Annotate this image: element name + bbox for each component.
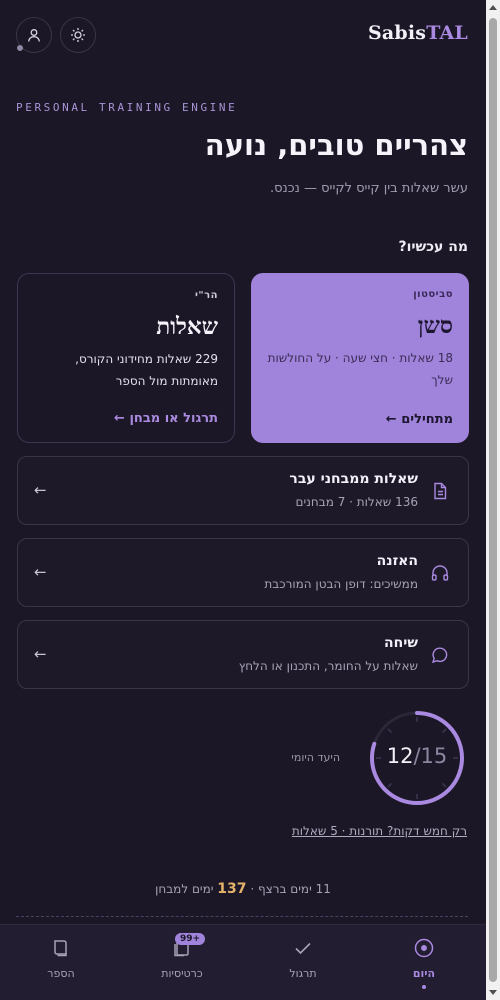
divider <box>16 916 468 917</box>
card-tag: הר"י <box>194 290 218 301</box>
user-button[interactable] <box>16 17 52 53</box>
streak-suffix: ימים למבחן <box>155 882 214 896</box>
short-session-link[interactable]: רק חמש דקות? תורנות · 5 שאלות <box>292 824 467 838</box>
scrollbar-thumb[interactable] <box>489 18 497 982</box>
nav-label: הספר <box>47 967 75 980</box>
greeting-title: צהריים טובים, נועה <box>204 128 468 162</box>
page-kicker: PERSONAL TRAINING ENGINE <box>16 101 238 114</box>
goal-done: 12 <box>386 744 414 768</box>
streak-prefix: 11 ימים ברצף · <box>250 882 331 896</box>
headphones-icon <box>431 565 449 581</box>
nav-flashcards[interactable]: 99+ כרטיסיות <box>137 933 227 980</box>
goal-slash: / <box>413 744 421 768</box>
active-indicator <box>422 985 426 989</box>
bottom-nav: היום תרגול 99+ כרטיסיות הספר <box>0 924 486 1000</box>
scroll-down-arrow[interactable] <box>489 990 497 995</box>
flashcards-badge: 99+ <box>175 933 206 945</box>
past-exams-row[interactable]: שאלות ממבחני עבר 136 שאלות · 7 מבחנים ← <box>17 456 469 525</box>
ring-tick <box>387 728 393 734</box>
row-subtitle: 136 שאלות · 7 מבחנים <box>295 495 418 509</box>
logo-accent-text: TAL <box>426 22 468 44</box>
nav-practice[interactable]: תרגול <box>258 937 348 980</box>
row-title: שאלות ממבחני עבר <box>289 471 418 487</box>
card-description: 18 שאלות · חצי שעה · על החולשות שלך <box>267 351 453 387</box>
scrollbar[interactable] <box>486 0 500 1000</box>
app-page: SabisTAL PERSONAL TRAINING ENGINE צהריים… <box>0 0 486 1000</box>
arrow-left-icon: ← <box>34 563 47 581</box>
nav-today[interactable]: היום <box>379 937 469 989</box>
section-label: מה עכשיו? <box>398 239 468 255</box>
days-to-exam: 137 <box>217 881 247 897</box>
session-card[interactable]: סביסטון סשן 18 שאלות · חצי שעה · על החול… <box>251 273 469 443</box>
book-icon <box>54 940 67 957</box>
logo-main-text: Sabis <box>367 22 427 44</box>
listening-row[interactable]: האזנה ממשיכים: דופן הבטן המורכבת ← <box>17 538 469 607</box>
chat-bubble-icon <box>431 647 448 664</box>
arrow-left-icon: ← <box>34 645 47 663</box>
ring-tick <box>387 782 393 788</box>
checkmark-icon <box>295 942 311 955</box>
start-session-link[interactable]: מתחילים ← <box>386 412 453 427</box>
user-icon <box>28 29 40 42</box>
sun-icon <box>71 28 85 42</box>
ring-tick <box>441 728 447 734</box>
streak-info: 11 ימים ברצף · 137 ימים למבחן <box>0 881 486 897</box>
card-description: 229 שאלות מחידוני הקורס, מאומתות מול הספ… <box>75 352 218 388</box>
row-title: שיחה <box>384 635 418 651</box>
ring-tick <box>441 782 447 788</box>
notification-dot <box>17 45 23 51</box>
arrow-left-icon: ← <box>34 481 47 499</box>
row-subtitle: ממשיכים: דופן הבטן המורכבת <box>264 577 418 591</box>
nav-label: היום <box>412 967 436 980</box>
card-tag: סביסטון <box>413 289 453 300</box>
nav-label: כרטיסיות <box>161 967 203 980</box>
row-title: האזנה <box>376 553 418 569</box>
conversation-row[interactable]: שיחה שאלות על החומר, התכנון או הלחץ ← <box>17 620 469 689</box>
row-subtitle: שאלות על החומר, התכנון או הלחץ <box>238 659 418 673</box>
nav-book[interactable]: הספר <box>16 937 106 980</box>
document-icon <box>434 482 447 500</box>
questions-card[interactable]: הר"י שאלות 229 שאלות מחידוני הקורס, מאומ… <box>17 273 235 443</box>
card-title: שאלות <box>156 313 218 340</box>
goal-target: 15 <box>420 744 448 768</box>
daily-goal-label: היעד היומי <box>291 751 340 764</box>
scroll-up-arrow[interactable] <box>489 5 497 10</box>
greeting-subtitle: עשר שאלות בין קייס לקייס — נכנס. <box>269 181 468 196</box>
goal-count: 12/15 <box>368 744 466 768</box>
practice-or-exam-link[interactable]: תרגול או מבחן ← <box>114 411 218 426</box>
daily-goal-ring: 12/15 <box>368 709 466 807</box>
nav-label: תרגול <box>289 967 317 980</box>
target-icon <box>414 938 434 958</box>
theme-toggle-button[interactable] <box>60 17 96 53</box>
card-title: סשן <box>417 312 453 339</box>
app-logo[interactable]: SabisTAL <box>368 22 468 44</box>
